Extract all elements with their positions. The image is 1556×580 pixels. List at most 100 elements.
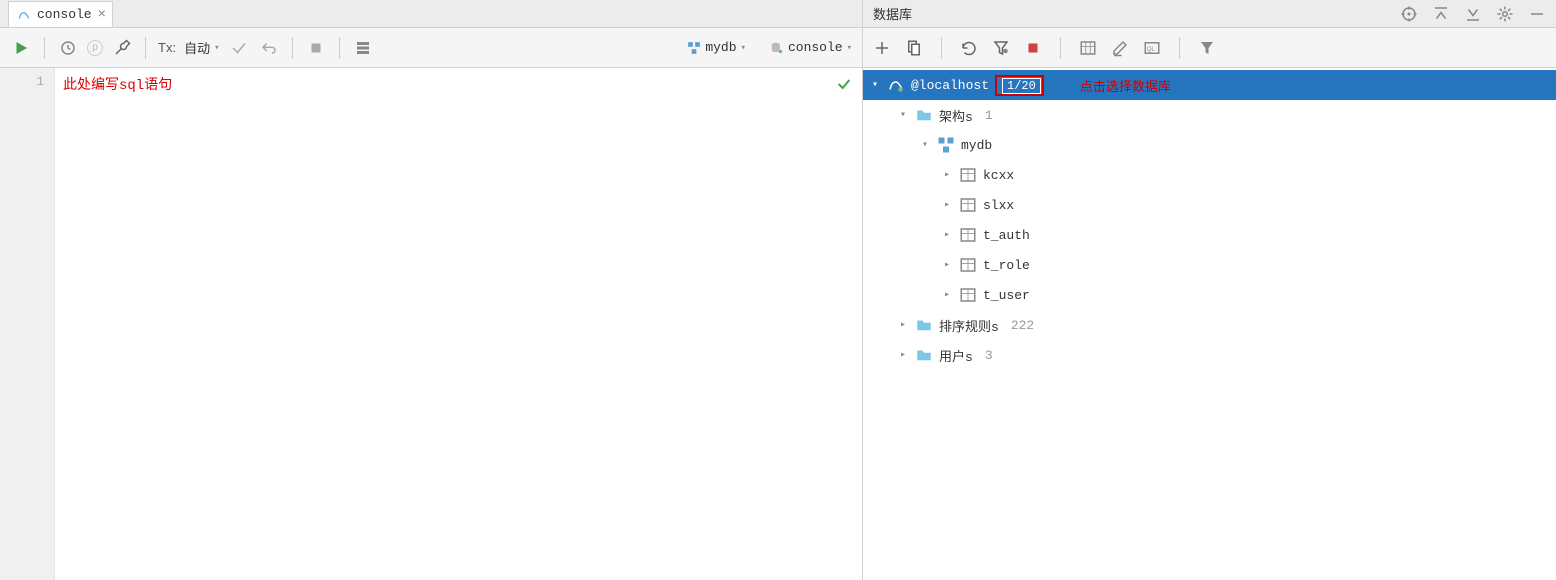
minimize-icon[interactable] (1528, 5, 1546, 23)
chevron-right-icon: ▸ (941, 259, 953, 271)
svg-text:QL: QL (1147, 47, 1156, 53)
chevron-right-icon: ▸ (897, 349, 909, 361)
separator (292, 37, 293, 59)
chevron-down-icon: ▾ (869, 79, 881, 91)
edit-icon[interactable] (1111, 39, 1129, 57)
table-view-icon[interactable] (1079, 39, 1097, 57)
folder-icon (915, 316, 933, 334)
copy-button[interactable] (905, 39, 923, 57)
tab-label: console (37, 7, 92, 22)
chevron-down-icon: ▾ (919, 139, 931, 151)
mysql-icon (887, 76, 905, 94)
separator (1179, 37, 1180, 59)
tree-table-t_role[interactable]: ▸ t_role (863, 250, 1556, 280)
line-number: 1 (0, 74, 44, 89)
editor-panel: console × p Tx: 自动 ▾ (0, 0, 863, 580)
database-tree: ▾ @localhost 1/20 点击选择数据库 ▾ 架构s 1 ▾ mydb… (863, 68, 1556, 580)
chevron-down-icon: ▾ (214, 43, 219, 53)
chevron-down-icon: ▾ (847, 43, 852, 53)
tree-table-t_user[interactable]: ▸ t_user (863, 280, 1556, 310)
refresh-button[interactable] (960, 39, 978, 57)
annotation-text: 点击选择数据库 (1080, 76, 1171, 95)
separator (44, 37, 45, 59)
chevron-right-icon: ▸ (941, 289, 953, 301)
add-button[interactable] (873, 39, 891, 57)
tree-db-mydb[interactable]: ▾ mydb (863, 130, 1556, 160)
wrench-icon[interactable] (111, 37, 133, 59)
collapse-up-icon[interactable] (1432, 5, 1450, 23)
table-icon (959, 286, 977, 304)
close-icon[interactable]: × (98, 7, 106, 23)
tree-table-label: t_role (983, 258, 1030, 273)
table-icon (959, 166, 977, 184)
tx-mode-dropdown[interactable]: 自动 ▾ (184, 38, 219, 57)
chevron-right-icon: ▸ (897, 319, 909, 331)
tree-table-slxx[interactable]: ▸ slxx (863, 190, 1556, 220)
separator (941, 37, 942, 59)
tx-mode-value: 自动 (184, 38, 210, 57)
db-count-badge[interactable]: 1/20 (1002, 78, 1041, 94)
chevron-down-icon: ▾ (897, 109, 909, 121)
sql-icon[interactable]: QL (1143, 39, 1161, 57)
stop-button[interactable] (305, 37, 327, 59)
db-selector-value: mydb (705, 40, 736, 55)
database-panel-title: 数据库 (873, 4, 1400, 23)
history-button[interactable] (57, 37, 79, 59)
tree-db-label: mydb (961, 138, 992, 153)
tree-schemas-label: 架构s (939, 106, 973, 125)
editor-hint: 此处编写sql语句 (63, 78, 172, 94)
filter-icon[interactable] (1198, 39, 1216, 57)
filter-settings-icon[interactable] (992, 39, 1010, 57)
chevron-right-icon: ▸ (941, 229, 953, 241)
tab-console[interactable]: console × (8, 1, 113, 27)
editor-content[interactable]: 此处编写sql语句 (55, 68, 862, 580)
tree-collations[interactable]: ▸ 排序规则s 222 (863, 310, 1556, 340)
rollback-button[interactable] (258, 37, 280, 59)
separator (339, 37, 340, 59)
tab-bar: console × (0, 0, 862, 28)
commit-button[interactable] (228, 37, 250, 59)
tree-table-label: t_user (983, 288, 1030, 303)
chevron-right-icon: ▸ (941, 169, 953, 181)
tree-schemas-count: 1 (985, 108, 993, 123)
folder-icon (915, 346, 933, 364)
run-button[interactable] (10, 37, 32, 59)
schema-icon (687, 41, 701, 55)
stop-button[interactable] (1024, 39, 1042, 57)
tree-collations-count: 222 (1011, 318, 1034, 333)
separator (145, 37, 146, 59)
tree-users-count: 3 (985, 348, 993, 363)
console-selector-value: console (788, 40, 843, 55)
database-panel: 数据库 QL ▾ @localhost 1/20 点击选择数 (863, 0, 1556, 580)
tree-table-label: t_auth (983, 228, 1030, 243)
tree-table-label: slxx (983, 198, 1014, 213)
tx-label: Tx: (158, 40, 176, 55)
line-gutter: 1 (0, 68, 55, 580)
chevron-down-icon: ▾ (741, 43, 746, 53)
editor-toolbar: p Tx: 自动 ▾ mydb ▾ (0, 28, 862, 68)
tree-root-localhost[interactable]: ▾ @localhost 1/20 点击选择数据库 (863, 70, 1556, 100)
collapse-down-icon[interactable] (1464, 5, 1482, 23)
tree-table-kcxx[interactable]: ▸ kcxx (863, 160, 1556, 190)
target-icon[interactable] (1400, 5, 1418, 23)
tree-users-label: 用户s (939, 346, 973, 365)
chevron-right-icon: ▸ (941, 199, 953, 211)
view-button[interactable] (352, 37, 374, 59)
tree-collations-label: 排序规则s (939, 316, 999, 335)
separator (1060, 37, 1061, 59)
table-icon (959, 196, 977, 214)
console-selector[interactable]: console ▾ (770, 40, 852, 55)
gear-icon[interactable] (1496, 5, 1514, 23)
checkmark-icon (836, 76, 852, 92)
param-button[interactable]: p (87, 40, 103, 56)
editor-area[interactable]: 1 此处编写sql语句 (0, 68, 862, 580)
db-selector[interactable]: mydb ▾ (687, 40, 746, 55)
folder-icon (915, 106, 933, 124)
tree-table-t_auth[interactable]: ▸ t_auth (863, 220, 1556, 250)
datasource-icon (770, 41, 784, 55)
tree-users[interactable]: ▸ 用户s 3 (863, 340, 1556, 370)
database-toolbar: QL (863, 28, 1556, 68)
db-count-badge-highlight: 1/20 (995, 75, 1044, 96)
table-icon (959, 226, 977, 244)
tree-schemas[interactable]: ▾ 架构s 1 (863, 100, 1556, 130)
